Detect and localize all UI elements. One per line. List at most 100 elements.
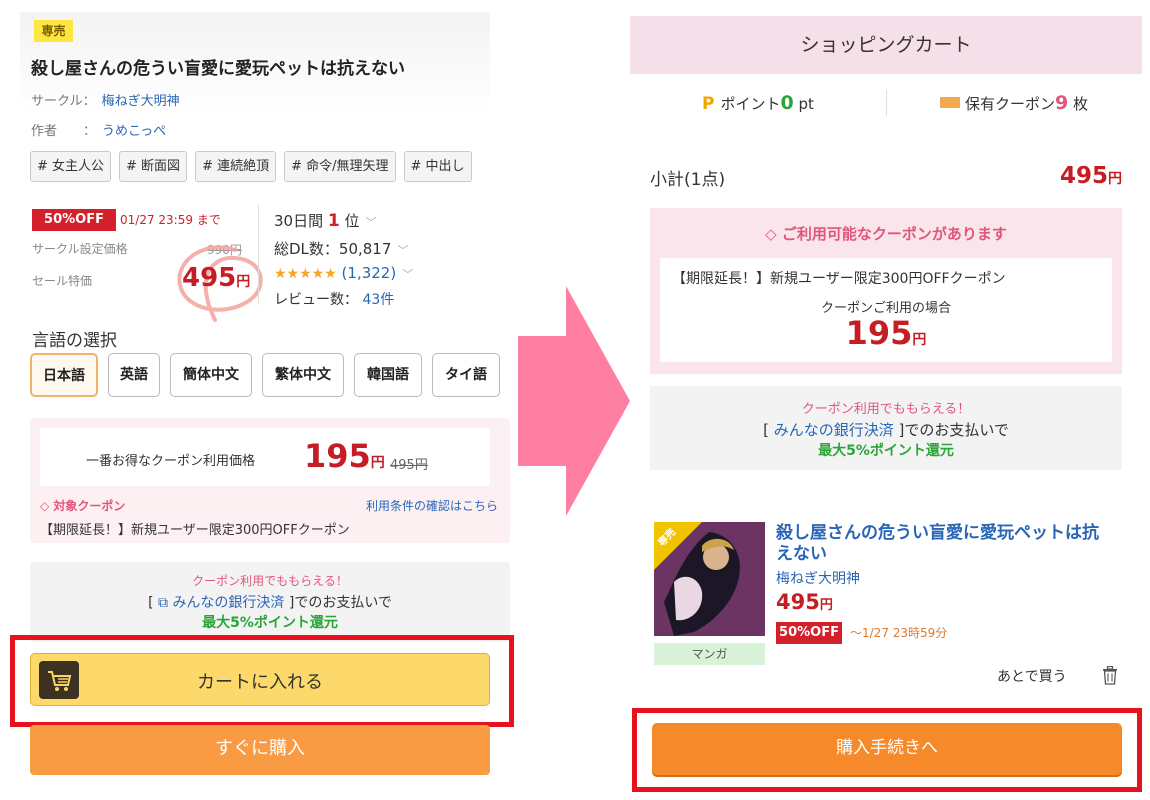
cart-bank-link[interactable]: みんなの銀行決済	[774, 421, 894, 439]
language-option-simplified-chinese[interactable]: 簡体中文	[170, 353, 252, 397]
rank-suffix: 位	[344, 212, 360, 230]
downloads-text: 総DL数：50,817	[274, 240, 392, 258]
cart-bank-promo-line: [ みんなの銀行決済 ]でのお支払いで	[650, 419, 1122, 440]
points-icon: P	[702, 94, 715, 114]
coupon-price: 195円	[304, 437, 385, 475]
bank-promo-line: [ ⧉ みんなの銀行決済 ]でのお支払いで	[30, 592, 510, 612]
chevron-down-icon: ﹀	[402, 268, 414, 281]
coupon-applied-value: 195	[845, 314, 913, 352]
downloads-stat[interactable]: 総DL数：50,817 ﹀	[274, 238, 408, 259]
add-to-cart-button[interactable]: カートに入れる	[30, 653, 490, 706]
available-coupon-title: ◇ ご利用可能なクーポンがあります	[650, 223, 1122, 244]
points-unit: pt	[793, 95, 814, 113]
bank-link[interactable]: みんなの銀行決済	[172, 595, 284, 611]
item-discount-badge: 50%OFF	[776, 622, 842, 644]
subtotal-label: 小計(1点)	[650, 170, 726, 190]
language-option-thai[interactable]: タイ語	[432, 353, 500, 397]
coupon-applied-yen: 円	[912, 332, 927, 348]
rating-stat[interactable]: ★★★★★ (1,322) ﹀	[274, 264, 413, 282]
language-option-korean[interactable]: 韓国語	[354, 353, 422, 397]
item-genre: マンガ	[654, 643, 765, 665]
checkout-button[interactable]: 購入手続きへ	[652, 723, 1122, 775]
language-option-japanese[interactable]: 日本語	[30, 353, 98, 397]
ranking-stat[interactable]: 30日間 1 位 ﹀	[274, 210, 377, 231]
points-summary: P ポイント0 pt	[702, 92, 814, 114]
item-price: 495円	[776, 590, 833, 614]
star-rating-icon: ★★★★★	[274, 266, 337, 282]
item-thumbnail[interactable]: 専売	[654, 522, 765, 636]
item-price-value: 495	[776, 590, 820, 614]
coupon-price-yen: 円	[370, 455, 385, 471]
tag-chip[interactable]: # 中出し	[403, 151, 472, 182]
bank-promo-box: クーポン利用でももらえる！ [ ⧉ みんなの銀行決済 ]でのお支払いで 最大5%…	[30, 562, 510, 642]
reviews-stat: レビュー数： 43件	[274, 289, 394, 309]
coupons-value: 9	[1055, 92, 1069, 114]
bank-promo-points: 最大5%ポイント還元	[202, 615, 338, 631]
chevron-down-icon: ﹀	[397, 244, 409, 257]
coupons-unit: 枚	[1068, 95, 1089, 113]
add-to-cart-label: カートに入れる	[197, 672, 323, 693]
reviews-label: レビュー数：	[274, 292, 358, 308]
bracket-open: [	[148, 595, 154, 611]
coupon-price-value: 195	[304, 437, 371, 475]
coupons-label: 保有クーポン	[965, 95, 1056, 113]
rank-prefix: 30日間	[274, 212, 324, 230]
cart-title: ショッピングカート	[630, 16, 1142, 74]
target-coupon-label: ◇ 対象クーポン	[40, 497, 125, 514]
available-coupon-name: 【期限延長！】新規ユーザー限定300円OFFクーポン	[672, 271, 1006, 287]
circle-label: サークル：	[31, 94, 96, 109]
buy-now-button[interactable]: すぐに購入	[30, 725, 490, 775]
best-coupon-price-card: 一番お得なクーポン利用価格 195円 495円	[40, 428, 490, 486]
bracket-open: [	[763, 421, 769, 439]
author-link[interactable]: うめこっぺ	[102, 124, 166, 139]
author-label: 作者 ：	[31, 124, 97, 139]
cart-bank-promo-box: クーポン利用でももらえる！ [ みんなの銀行決済 ]でのお支払いで 最大5%ポイ…	[650, 386, 1122, 470]
item-deadline: ～1/27 23時59分	[850, 626, 948, 640]
item-price-yen: 円	[819, 598, 833, 613]
sale-deadline: 01/27 23:59 まで	[120, 213, 221, 227]
external-link-icon: ⧉	[157, 595, 168, 611]
buy-later-button[interactable]: あとで買う	[997, 666, 1067, 686]
language-option-english[interactable]: 英語	[108, 353, 160, 397]
coupons-summary[interactable]: 保有クーポン9 枚	[940, 92, 1088, 114]
circle-price-label: サークル設定価格	[32, 242, 128, 256]
language-section-title: 言語の選択	[32, 331, 117, 351]
subtotal-yen: 円	[1108, 171, 1122, 187]
cart-bank-promo-headline: クーポン利用でももらえる！	[801, 402, 971, 417]
author-row: 作者 ： うめこっぺ	[31, 120, 166, 139]
bank-promo-headline: クーポン利用でももらえる！	[192, 574, 348, 588]
chevron-down-icon: ﹀	[365, 216, 377, 229]
points-divider	[886, 90, 887, 116]
coupon-tag-icon: ◇	[765, 225, 777, 243]
sale-price: 495円	[182, 263, 250, 293]
item-title-link[interactable]: 殺し屋さんの危うい盲愛に愛玩ペットは抗えない	[776, 523, 1112, 565]
stats-divider	[258, 205, 259, 305]
available-coupon-box: ◇ ご利用可能なクーポンがあります 【期限延長！】新規ユーザー限定300円OFF…	[650, 208, 1122, 374]
target-coupon-text: 対象クーポン	[53, 499, 126, 513]
circle-row: サークル： 梅ねぎ大明神	[31, 90, 180, 109]
sale-price-label: セール特価	[32, 274, 93, 288]
terms-link[interactable]: 利用条件の確認はこちら	[366, 497, 498, 514]
tag-chip[interactable]: # 女主人公	[30, 151, 112, 182]
available-coupon-text: ご利用可能なクーポンがあります	[781, 225, 1007, 243]
rating-count: (1,322)	[341, 264, 397, 282]
language-option-traditional-chinese[interactable]: 繁体中文	[262, 353, 344, 397]
circle-link[interactable]: 梅ねぎ大明神	[102, 94, 180, 109]
product-title: 殺し屋さんの危うい盲愛に愛玩ペットは抗えない	[31, 59, 405, 79]
points-value: 0	[780, 92, 794, 114]
cart-bank-promo-points: 最大5%ポイント還元	[818, 443, 954, 459]
available-coupon-card[interactable]: 【期限延長！】新規ユーザー限定300円OFFクーポン クーポンご利用の場合 19…	[660, 258, 1112, 362]
tag-chip[interactable]: # 連続絶頂	[195, 151, 277, 182]
bank-promo-suffix: ]でのお支払いで	[288, 595, 392, 611]
shopping-cart-page: ショッピングカート P ポイント0 pt 保有クーポン9 枚 小計(1点) 495…	[630, 0, 1150, 800]
tag-icon: ◇	[40, 499, 50, 513]
discount-badge: 50%OFF	[32, 209, 116, 231]
trash-icon[interactable]	[1102, 666, 1118, 685]
best-coupon-box: 一番お得なクーポン利用価格 195円 495円 ◇ 対象クーポン 利用条件の確認…	[30, 418, 510, 543]
rank-value: 1	[327, 211, 340, 231]
item-circle-link[interactable]: 梅ねぎ大明神	[776, 568, 860, 588]
ticket-icon	[940, 97, 960, 108]
tag-chip[interactable]: # 断面図	[119, 151, 188, 182]
tag-chip[interactable]: # 命令/無理矢理	[284, 151, 396, 182]
reviews-link[interactable]: 43件	[362, 292, 394, 308]
